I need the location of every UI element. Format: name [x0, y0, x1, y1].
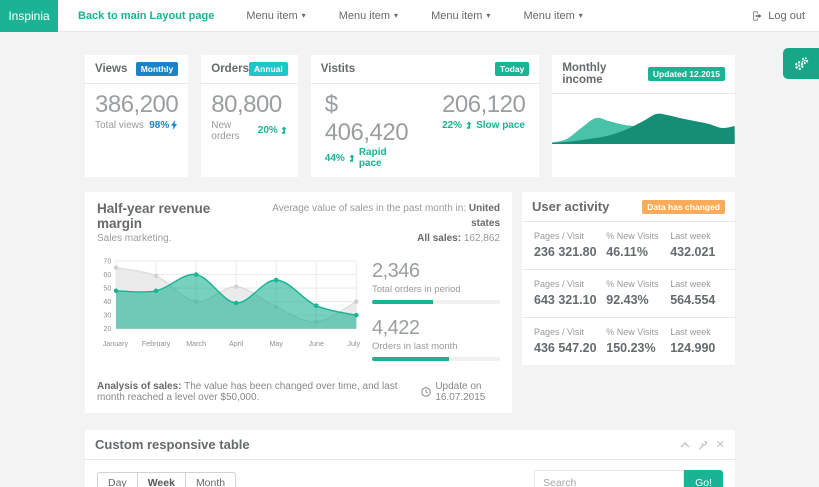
level-up-icon	[280, 126, 288, 135]
revenue-chart-area: 20 30 40 50 60 70 January February March April May…	[97, 254, 362, 374]
meta-country: United states	[469, 203, 500, 229]
orders-label: New orders	[211, 120, 258, 142]
monthly-badge: Monthly	[136, 62, 179, 76]
logout-button[interactable]: Log out	[751, 10, 805, 22]
svg-text:May: May	[269, 340, 283, 348]
level-up-icon	[465, 121, 473, 130]
all-sales-label: All sales:	[417, 233, 461, 244]
user-activity-panel: User activity Data has changed Pages / V…	[522, 192, 735, 365]
orders-month-value: 4,422	[372, 317, 500, 340]
chevron-down-icon: ▾	[394, 11, 398, 20]
chevron-down-icon: ▾	[579, 11, 583, 20]
visits-pace-1: Rapid pace	[359, 147, 408, 169]
svg-text:70: 70	[103, 258, 111, 266]
go-button[interactable]: Go!	[684, 470, 723, 487]
menu-item-dropdown-1[interactable]: Menu item ▾	[246, 10, 305, 22]
activity-row: Pages / Visit236 321.80 % New Visits46.1…	[522, 222, 735, 270]
tab-month[interactable]: Month	[185, 472, 236, 487]
progress-bar	[372, 300, 500, 304]
menu-item-dropdown-2[interactable]: Menu item ▾	[339, 10, 398, 22]
revenue-chart: 20 30 40 50 60 70 January February March April May…	[97, 254, 362, 351]
visits-delta-2: 22%	[442, 120, 462, 131]
revenue-panel-title: Half-year revenue margin	[97, 201, 252, 231]
views-value: 386,200	[95, 91, 178, 119]
all-sales-value: 162,862	[464, 233, 500, 244]
orders-period-label: Total orders in period	[372, 284, 500, 295]
svg-text:60: 60	[103, 271, 111, 279]
menu-item-dropdown-4[interactable]: Menu item ▾	[523, 10, 582, 22]
svg-text:40: 40	[103, 298, 111, 306]
revenue-meta: Average value of sales in the past month…	[252, 201, 500, 246]
annual-badge: Annual	[249, 62, 288, 76]
visits-value-2: 206,120	[442, 91, 525, 119]
data-changed-badge: Data has changed	[642, 200, 725, 214]
orders-card: Orders Annual 80,800 New orders 20%	[201, 55, 298, 177]
update-note: Update on 16.07.2015	[421, 381, 500, 403]
period-tabs: Day Week Month	[97, 472, 236, 487]
svg-text:February: February	[142, 340, 171, 348]
chevron-down-icon: ▾	[486, 11, 490, 20]
visits-pace-2: Slow pace	[476, 120, 525, 131]
income-card-title: Monthly income	[562, 62, 648, 86]
tab-week[interactable]: Week	[137, 472, 186, 487]
revenue-panel-subtitle: Sales marketing.	[97, 233, 252, 244]
svg-text:July: July	[347, 340, 360, 348]
app-logo[interactable]: Inspinia	[0, 0, 58, 32]
visits-value-1: $ 406,420	[325, 91, 408, 146]
table-panel-title: Custom responsive table	[95, 437, 250, 452]
dashboard-page: Inspinia Back to main Layout page Menu i…	[0, 0, 819, 487]
sign-out-icon	[751, 10, 763, 22]
analysis-note: Analysis of sales: The value has been ch…	[97, 381, 421, 403]
svg-text:March: March	[186, 340, 206, 348]
orders-card-title: Orders	[211, 63, 249, 75]
top-navbar: Inspinia Back to main Layout page Menu i…	[0, 0, 819, 32]
views-delta: 98%	[149, 120, 169, 131]
progress-bar	[372, 357, 500, 361]
clock-icon	[421, 387, 431, 397]
back-to-layout-link[interactable]: Back to main Layout page	[78, 10, 214, 22]
today-badge: Today	[495, 62, 529, 76]
svg-text:April: April	[229, 340, 244, 348]
activity-row: Pages / Visit643 321.10 % New Visits92.4…	[522, 270, 735, 318]
bolt-icon	[171, 120, 178, 130]
orders-delta: 20%	[258, 125, 278, 136]
close-icon[interactable]: ✕	[716, 438, 725, 451]
svg-text:20: 20	[103, 325, 111, 333]
monthly-income-card: Monthly income Updated 12.2015	[552, 55, 735, 177]
visits-card: Vistits Today $ 406,420 44% Rapid pace 2…	[311, 55, 540, 177]
search-input[interactable]	[534, 470, 684, 487]
visits-card-title: Vistits	[321, 63, 355, 75]
tab-day[interactable]: Day	[97, 472, 138, 487]
collapse-icon[interactable]	[680, 441, 690, 449]
user-activity-title: User activity	[532, 199, 609, 214]
theme-settings-button[interactable]	[783, 48, 819, 79]
orders-month-label: Orders in last month	[372, 341, 500, 352]
chevron-down-icon: ▾	[302, 11, 306, 20]
svg-text:50: 50	[103, 285, 111, 293]
views-card: Views Monthly 386,200 Total views 98%	[85, 55, 188, 177]
visits-metric-2: 206,120 22% Slow pace	[442, 91, 525, 169]
wrench-icon[interactable]	[698, 440, 708, 450]
updated-badge: Updated 12.2015	[648, 67, 725, 81]
svg-text:June: June	[309, 340, 324, 348]
orders-period-value: 2,346	[372, 260, 500, 283]
svg-text:30: 30	[103, 312, 111, 320]
revenue-stats: 2,346 Total orders in period 4,422 Order…	[372, 254, 500, 374]
orders-value: 80,800	[211, 91, 288, 119]
visits-delta-1: 44%	[325, 153, 345, 164]
nav-menus: Menu item ▾ Menu item ▾ Menu item ▾ Menu…	[246, 10, 583, 22]
menu-item-dropdown-3[interactable]: Menu item ▾	[431, 10, 490, 22]
visits-metric-1: $ 406,420 44% Rapid pace	[325, 91, 408, 169]
activity-row: Pages / Visit436 547.20 % New Visits150.…	[522, 318, 735, 365]
level-up-icon	[348, 154, 356, 163]
views-label: Total views	[95, 120, 144, 131]
gears-icon	[793, 56, 810, 72]
monthly-income-chart	[552, 94, 735, 144]
svg-text:January: January	[103, 340, 129, 348]
main-content: Views Monthly 386,200 Total views 98%	[0, 32, 819, 487]
revenue-panel: Half-year revenue margin Sales marketing…	[85, 192, 512, 413]
views-card-title: Views	[95, 63, 127, 75]
custom-table-panel: Custom responsive table ✕ Day Week Month	[85, 430, 735, 487]
